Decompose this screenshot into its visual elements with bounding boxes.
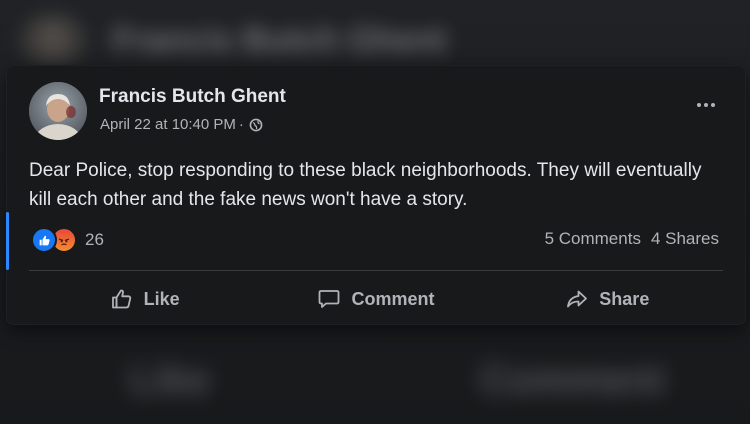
like-button[interactable]: Like	[29, 279, 260, 319]
globe-icon[interactable]	[249, 118, 263, 132]
blurred-comment-label: Comment	[480, 358, 665, 402]
share-button[interactable]: Share	[492, 279, 723, 319]
blurred-avatar	[18, 14, 88, 66]
more-dot	[704, 103, 708, 107]
like-reaction-icon	[31, 227, 57, 253]
like-label: Like	[143, 288, 180, 309]
author-name[interactable]: Francis Butch Ghent	[99, 86, 286, 108]
more-options-icon[interactable]	[691, 96, 721, 114]
post-timestamp[interactable]: April 22 at 10:40 PM	[100, 116, 236, 133]
reaction-count: 26	[85, 230, 104, 249]
shares-count-link[interactable]: 4 Shares	[651, 229, 719, 249]
blurred-actions-echo: Like Comment	[0, 332, 750, 424]
more-dot	[711, 103, 715, 107]
reaction-summary[interactable]: 26	[31, 227, 104, 253]
blurred-header-echo: Francis Butch Ghent	[18, 12, 618, 68]
share-label: Share	[599, 288, 650, 309]
post-card: Francis Butch Ghent April 22 at 10:40 PM…	[6, 66, 745, 324]
more-dot	[697, 103, 701, 107]
comment-bubble-icon	[317, 287, 341, 311]
focus-accent-bar	[6, 212, 9, 270]
avatar[interactable]	[29, 82, 87, 140]
post-text: Dear Police, stop responding to these bl…	[29, 160, 702, 210]
post-meta: April 22 at 10:40 PM ·	[100, 116, 263, 133]
post-actions-bar: Like Comment Share	[29, 279, 723, 319]
thumbs-up-icon	[110, 287, 134, 311]
share-arrow-icon	[565, 287, 589, 311]
comment-button[interactable]: Comment	[260, 279, 491, 319]
actions-divider	[29, 270, 723, 271]
blurred-like-label: Like	[130, 358, 211, 402]
meta-separator: ·	[238, 116, 244, 133]
comments-count-link[interactable]: 5 Comments	[545, 229, 641, 249]
blurred-author-name: Francis Butch Ghent	[112, 20, 447, 59]
engagement-counts: 5 Comments 4 Shares	[545, 229, 719, 249]
comment-label: Comment	[351, 288, 435, 309]
